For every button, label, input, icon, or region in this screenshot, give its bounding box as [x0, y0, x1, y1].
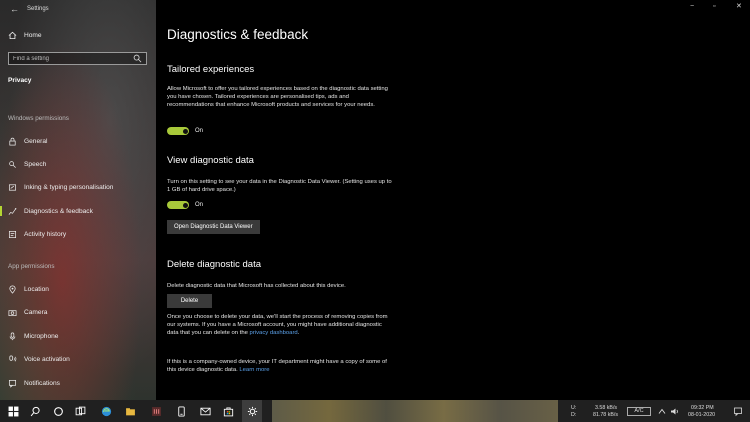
search-input[interactable] — [13, 55, 128, 62]
company-device-body: If this is a company-owned device, your … — [167, 359, 387, 374]
delete-diagnostic-data-description: Delete diagnostic data that Microsoft ha… — [167, 283, 346, 289]
volume-icon[interactable] — [670, 406, 680, 416]
microphone-icon — [8, 332, 17, 341]
sidebar-item-label: Microphone — [24, 332, 59, 340]
sidebar-item-general[interactable]: General — [0, 134, 156, 148]
title-bar: ← Settings — [10, 4, 49, 14]
sidebar-item-label: Notifications — [24, 379, 60, 387]
open-diagnostic-data-viewer-button[interactable]: Open Diagnostic Data Viewer — [167, 220, 260, 234]
net-down-label: D: — [571, 412, 577, 418]
windows-start-icon[interactable] — [7, 405, 19, 417]
sidebar-item-speech[interactable]: Speech — [0, 157, 156, 171]
network-download-speed: 81.78 kB/s — [593, 412, 619, 418]
speech-icon — [8, 160, 17, 169]
back-arrow-icon[interactable]: ← — [10, 4, 19, 14]
network-upload-speed: 3.58 kB/s — [595, 405, 618, 411]
sidebar-item-camera[interactable]: Camera — [0, 305, 156, 319]
sidebar-item-diagnostics-feedback[interactable]: Diagnostics & feedback — [0, 204, 156, 218]
history-icon — [8, 230, 17, 239]
tailored-experiences-description: Allow Microsoft to offer you tailored ex… — [167, 86, 388, 109]
edge-icon[interactable] — [100, 405, 112, 417]
lock-icon — [8, 137, 17, 146]
toggle-state-label: On — [195, 128, 204, 134]
tailored-experiences-toggle[interactable] — [167, 127, 189, 135]
task-view-icon[interactable] — [74, 405, 86, 417]
company-device-text: If this is a company-owned device, your … — [167, 358, 392, 374]
phone-icon[interactable] — [175, 405, 187, 417]
home-icon — [8, 31, 17, 40]
close-button[interactable]: ✕ — [736, 3, 742, 11]
view-diagnostic-data-heading: View diagnostic data — [167, 155, 254, 166]
view-diagnostic-data-toggle-row: On — [167, 201, 203, 209]
delete-button[interactable]: Delete — [167, 294, 212, 308]
delete-info-text: Once you choose to delete your data, we'… — [167, 313, 392, 338]
tailored-experiences-toggle-row: On — [167, 127, 203, 135]
cortana-icon[interactable] — [52, 405, 64, 417]
windows-permissions-title: Windows permissions — [8, 115, 69, 122]
sidebar-item-inking-typing[interactable]: Inking & typing personalisation — [0, 180, 156, 194]
sidebar-item-label: Inking & typing personalisation — [24, 183, 114, 191]
page-title: Diagnostics & feedback — [167, 27, 309, 42]
ac-badge[interactable]: A/C — [627, 407, 651, 416]
sidebar-item-notifications[interactable]: Notifications — [0, 376, 156, 390]
learn-more-link[interactable]: Learn more — [239, 367, 269, 373]
minimize-button[interactable]: − — [690, 3, 694, 11]
sidebar-item-label: Diagnostics & feedback — [24, 207, 93, 215]
diagnostics-icon — [8, 207, 17, 216]
notifications-icon — [8, 379, 17, 388]
taskbar: U: D: 3.58 kB/s 81.78 kB/s A/C 09:32 PM … — [0, 400, 750, 422]
taskbar-background-image — [272, 400, 558, 422]
camera-icon — [8, 308, 17, 317]
sidebar-item-label: Activity history — [24, 230, 67, 238]
net-up-label: U: — [571, 405, 577, 411]
delete-diagnostic-data-heading: Delete diagnostic data — [167, 259, 262, 270]
view-diagnostic-data-description: Turn on this setting to see your data in… — [167, 179, 392, 194]
location-icon — [8, 285, 17, 294]
file-explorer-icon[interactable] — [124, 405, 136, 417]
search-box[interactable] — [8, 52, 147, 65]
sidebar-item-label: General — [24, 137, 48, 145]
sidebar-item-label: Location — [24, 285, 49, 293]
settings-icon[interactable] — [246, 405, 258, 417]
mail-icon[interactable] — [199, 405, 211, 417]
clock-time[interactable]: 09:32 PM — [691, 405, 714, 411]
home-label: Home — [24, 31, 42, 39]
delete-info-end: . — [297, 330, 300, 337]
view-diagnostic-data-toggle[interactable] — [167, 201, 189, 209]
sidebar-item-location[interactable]: Location — [0, 282, 156, 296]
home-nav-item[interactable]: Home — [8, 29, 42, 41]
window-title: Settings — [27, 6, 49, 12]
sidebar-item-label: Speech — [24, 160, 47, 168]
clock-date[interactable]: 08-01-2020 — [688, 412, 715, 418]
sidebar-item-label: Voice activation — [24, 355, 70, 363]
main-content: Diagnostics & feedback Tailored experien… — [156, 0, 750, 400]
store-icon[interactable] — [222, 405, 234, 417]
tailored-experiences-heading: Tailored experiences — [167, 64, 255, 75]
voice-activation-icon — [8, 355, 17, 364]
sidebar-item-activity-history[interactable]: Activity history — [0, 227, 156, 241]
section-title: Privacy — [8, 77, 32, 84]
privacy-dashboard-link[interactable]: privacy dashboard — [250, 330, 298, 336]
toggle-state-label: On — [195, 202, 204, 208]
notification-arrow-icon[interactable] — [657, 406, 667, 416]
sidebar-item-microphone[interactable]: Microphone — [0, 329, 156, 343]
app-icon[interactable] — [150, 405, 162, 417]
sidebar-item-label: Camera — [24, 308, 48, 316]
pen-icon — [8, 183, 17, 192]
search-icon[interactable] — [133, 54, 142, 63]
sidebar-item-voice-activation[interactable]: Voice activation — [0, 352, 156, 366]
search-icon[interactable] — [29, 405, 41, 417]
action-center-icon[interactable] — [733, 406, 743, 416]
maximize-button[interactable]: ▫ — [713, 3, 715, 11]
app-permissions-title: App permissions — [8, 263, 55, 270]
settings-sidebar: ← Settings Home Privacy Windows permissi… — [0, 0, 156, 400]
